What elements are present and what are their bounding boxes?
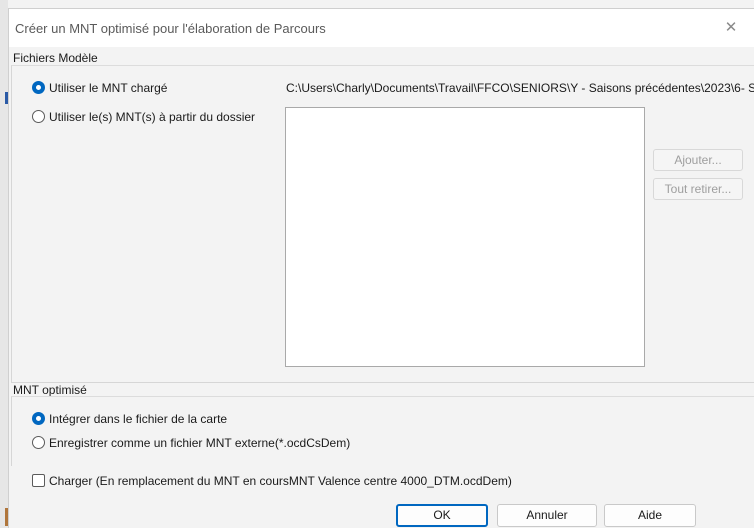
radio-use-folder-mnt-label[interactable]: Utiliser le(s) MNT(s) à partir du dossie… [49,110,255,124]
dialog-title: Créer un MNT optimisé pour l'élaboration… [15,21,326,36]
close-icon[interactable]: ✕ [716,15,746,41]
background-window-edge [0,0,8,528]
help-button[interactable]: Aide [604,504,696,527]
load-checkbox-label[interactable]: Charger (En remplacement du MNT en cours… [49,474,512,488]
radio-save-external-label[interactable]: Enregistrer comme un fichier MNT externe… [49,436,350,450]
radio-integrate-in-map-label[interactable]: Intégrer dans le fichier de la carte [49,412,227,426]
cancel-button[interactable]: Annuler [497,504,597,527]
radio-save-external[interactable] [32,436,45,449]
remove-all-button[interactable]: Tout retirer... [653,178,743,200]
radio-use-loaded-mnt[interactable] [32,81,45,94]
title-bar: Créer un MNT optimisé pour l'élaboration… [9,9,754,47]
radio-integrate-in-map[interactable] [32,412,45,425]
loaded-mnt-path: C:\Users\Charly\Documents\Travail\FFCO\S… [286,81,754,95]
radio-use-folder-mnt[interactable] [32,110,45,123]
mnt-optimise-group [11,396,754,466]
dialog-window: Créer un MNT optimisé pour l'élaboration… [8,8,754,528]
mnt-folder-list[interactable] [285,107,645,367]
radio-use-loaded-mnt-label[interactable]: Utiliser le MNT chargé [49,81,167,95]
ok-button[interactable]: OK [396,504,488,527]
mnt-optimise-label: MNT optimisé [13,383,90,397]
load-checkbox[interactable] [32,474,45,487]
add-button[interactable]: Ajouter... [653,149,743,171]
fichiers-modele-label: Fichiers Modèle [13,51,101,65]
